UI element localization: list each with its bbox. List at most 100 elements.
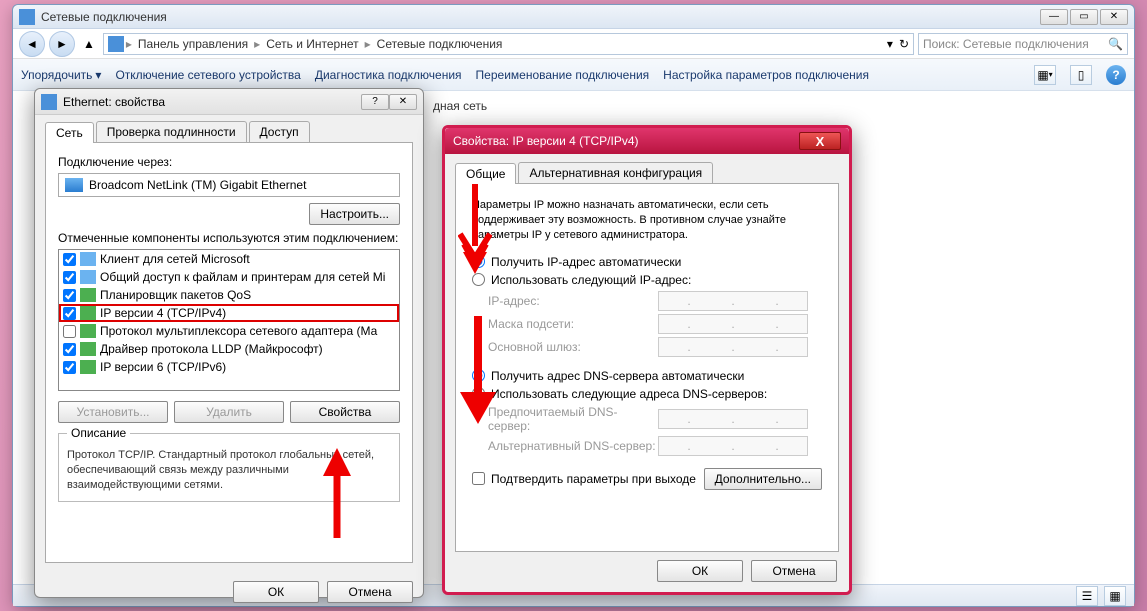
component-checkbox[interactable] [63,271,76,284]
ipv4-info-text: Параметры IP можно назначать автоматичес… [472,198,822,243]
adapter-icon [65,178,83,192]
ipv4-dialog-title: Свойства: IP версии 4 (TCP/IPv4) [453,134,799,148]
radio-ip-auto[interactable]: Получить IP-адрес автоматически [472,255,822,269]
list-item-ipv4[interactable]: IP версии 4 (TCP/IPv4) [59,304,399,322]
preview-pane-button[interactable]: ▯ [1070,65,1092,85]
description-group: Описание Протокол TCP/IP. Стандартный пр… [58,433,400,502]
network-icon [108,36,124,52]
explorer-titlebar: Сетевые подключения — ▭ ✕ [13,5,1134,29]
radio-dns-manual[interactable]: Использовать следующие адреса DNS-сервер… [472,387,822,401]
back-button[interactable]: ◄ [19,31,45,57]
ip-address-label: IP-адрес: [488,294,658,308]
disable-device-button[interactable]: Отключение сетевого устройства [115,68,300,82]
validate-checkbox-row[interactable]: Подтвердить параметры при выходе [472,472,696,486]
rename-button[interactable]: Переименование подключения [476,68,650,82]
breadcrumb-item[interactable]: Сетевые подключения [373,37,507,51]
view-options-button[interactable]: ▦▾ [1034,65,1056,85]
component-checkbox[interactable] [63,307,76,320]
radio-dns-auto[interactable]: Получить адрес DNS-сервера автоматически [472,369,822,383]
command-toolbar: Упорядочить ▾ Отключение сетевого устрой… [13,59,1134,91]
radio-ip-manual[interactable]: Использовать следующий IP-адрес: [472,273,822,287]
component-checkbox[interactable] [63,253,76,266]
gateway-label: Основной шлюз: [488,340,658,354]
qos-icon [80,288,96,302]
ipv4-properties-dialog: Свойства: IP версии 4 (TCP/IPv4) X Общие… [442,125,852,595]
organize-menu[interactable]: Упорядочить ▾ [21,68,101,82]
breadcrumb-bar[interactable]: ▸ Панель управления ▸ Сеть и Интернет ▸ … [103,33,914,55]
share-icon [80,270,96,284]
component-checkbox[interactable] [63,361,76,374]
connection-settings-button[interactable]: Настройка параметров подключения [663,68,869,82]
component-checkbox[interactable] [63,343,76,356]
tab-authentication[interactable]: Проверка подлинности [96,121,247,142]
dialog-titlebar: Ethernet: свойства ? ✕ [35,89,423,115]
chevron-right-icon: ▸ [126,37,132,51]
list-item[interactable]: Драйвер протокола LLDP (Майкрософт) [59,340,399,358]
protocol-icon [80,324,96,338]
description-text: Протокол TCP/IP. Стандартный протокол гл… [67,448,391,493]
minimize-button[interactable]: — [1040,9,1068,25]
components-list[interactable]: Клиент для сетей Microsoft Общий доступ … [58,249,400,391]
subnet-mask-input: ... [658,314,808,334]
validate-checkbox[interactable] [472,472,485,485]
tab-panel-network: Подключение через: Broadcom NetLink (TM)… [45,143,413,563]
adapter-field: Broadcom NetLink (TM) Gigabit Ethernet [58,173,400,197]
maximize-button[interactable]: ▭ [1070,9,1098,25]
cancel-button[interactable]: Отмена [327,581,413,603]
help-button[interactable]: ? [1106,65,1126,85]
ipv4-ok-button[interactable]: ОК [657,560,743,582]
refresh-icon[interactable]: ↻ [899,37,909,51]
dialog-title: Ethernet: свойства [63,95,165,109]
breadcrumb-item[interactable]: Сеть и Интернет [262,37,362,51]
ipv4-tab-strip: Общие Альтернативная конфигурация [455,162,839,184]
window-title: Сетевые подключения [41,10,1040,24]
uninstall-button[interactable]: Удалить [174,401,284,423]
tab-sharing[interactable]: Доступ [249,121,310,142]
component-checkbox[interactable] [63,289,76,302]
ipv4-cancel-button[interactable]: Отмена [751,560,837,582]
view-details-button[interactable]: ☰ [1076,586,1098,606]
dns-alternate-label: Альтернативный DNS-сервер: [488,439,658,453]
address-bar-row: ◄ ► ▲ ▸ Панель управления ▸ Сеть и Интер… [13,29,1134,59]
tab-strip: Сеть Проверка подлинности Доступ [45,121,413,143]
ipv4-titlebar: Свойства: IP версии 4 (TCP/IPv4) X [445,128,849,154]
ipv4-panel: Параметры IP можно назначать автоматичес… [455,184,839,552]
search-input[interactable]: Поиск: Сетевые подключения 🔍 [918,33,1128,55]
list-item[interactable]: IP версии 6 (TCP/IPv6) [59,358,399,376]
view-icons-button[interactable]: ▦ [1104,586,1126,606]
close-button[interactable]: ✕ [1100,9,1128,25]
list-item[interactable]: Протокол мультиплексора сетевого адаптер… [59,322,399,340]
list-item[interactable]: Общий доступ к файлам и принтерам для се… [59,268,399,286]
network-folder-icon [19,9,35,25]
list-item[interactable]: Планировщик пакетов QoS [59,286,399,304]
component-checkbox[interactable] [63,325,76,338]
tab-general[interactable]: Общие [455,163,516,184]
ipv4-close-button[interactable]: X [799,132,841,150]
advanced-button[interactable]: Дополнительно... [704,468,822,490]
list-item[interactable]: Клиент для сетей Microsoft [59,250,399,268]
ethernet-properties-dialog: Ethernet: свойства ? ✕ Сеть Проверка под… [34,88,424,598]
chevron-right-icon: ▸ [365,37,371,51]
search-placeholder: Поиск: Сетевые подключения [923,37,1108,51]
ok-button[interactable]: ОК [233,581,319,603]
dns-preferred-label: Предпочитаемый DNS-сервер: [488,405,658,433]
configure-button[interactable]: Настроить... [309,203,400,225]
dialog-help-button[interactable]: ? [361,94,389,110]
install-button[interactable]: Установить... [58,401,168,423]
gateway-input: ... [658,337,808,357]
tab-network[interactable]: Сеть [45,122,94,143]
diagnose-button[interactable]: Диагностика подключения [315,68,462,82]
components-label: Отмеченные компоненты используются этим … [58,231,400,245]
dialog-close-button[interactable]: ✕ [389,94,417,110]
breadcrumb-item[interactable]: Панель управления [134,37,252,51]
connection-label: дная сеть [433,99,487,113]
forward-button[interactable]: ► [49,31,75,57]
properties-button[interactable]: Свойства [290,401,400,423]
chevron-right-icon: ▸ [254,37,260,51]
search-icon: 🔍 [1108,37,1123,51]
tab-alternate[interactable]: Альтернативная конфигурация [518,162,713,183]
dns-preferred-input: ... [658,409,808,429]
dropdown-icon[interactable]: ▾ [887,37,893,51]
adapter-name: Broadcom NetLink (TM) Gigabit Ethernet [89,178,306,192]
up-button[interactable]: ▲ [79,37,99,51]
